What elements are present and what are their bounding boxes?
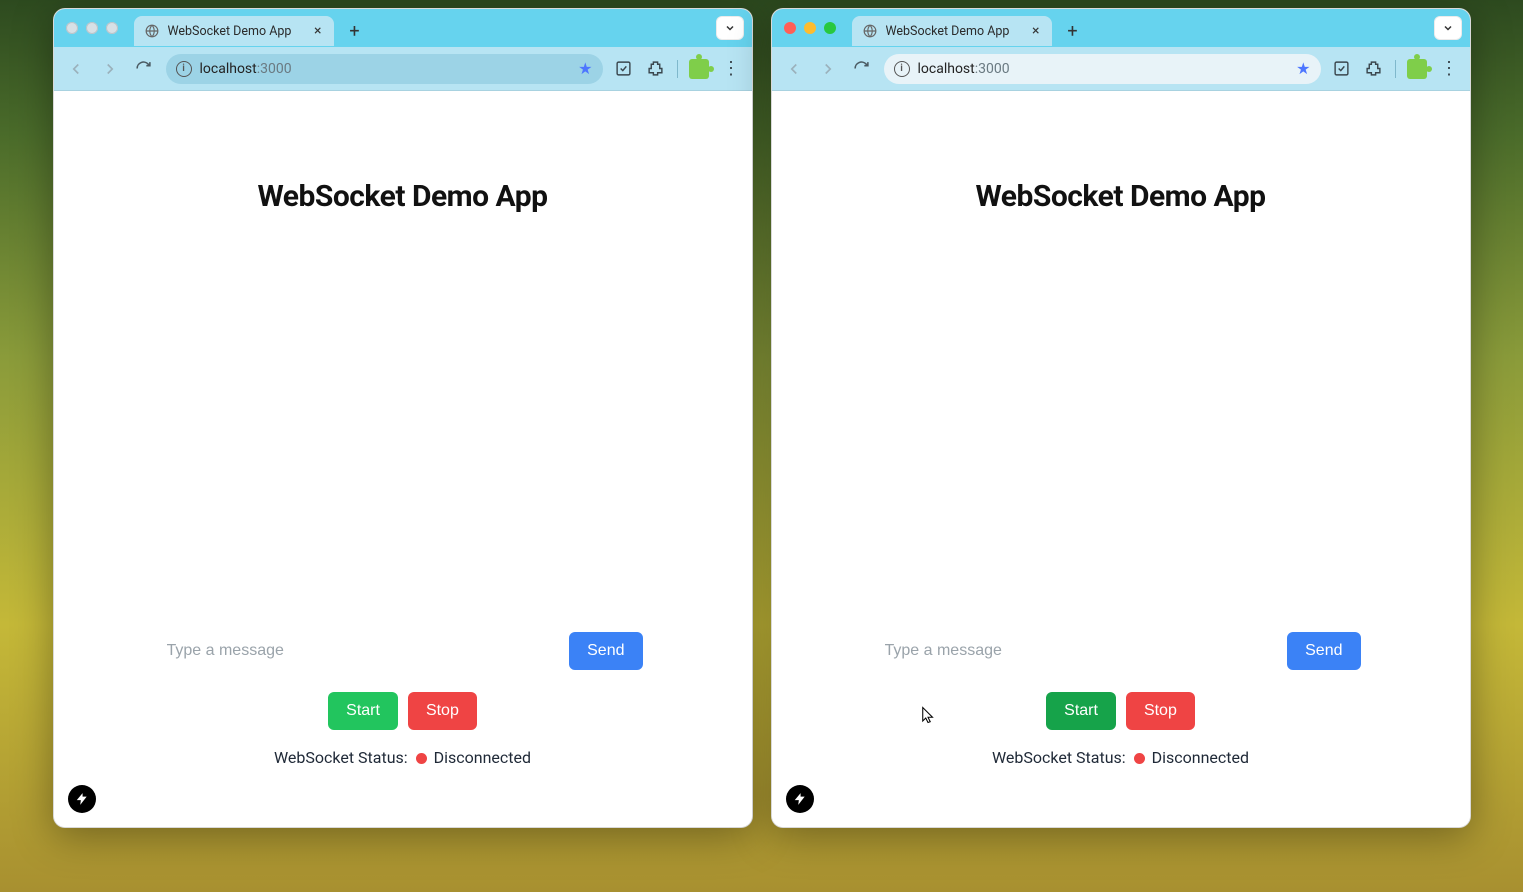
send-button[interactable]: Send bbox=[569, 632, 642, 670]
window-zoom-button[interactable] bbox=[106, 22, 118, 34]
new-tab-button[interactable]: + bbox=[1060, 18, 1086, 44]
start-button[interactable]: Start bbox=[328, 692, 398, 730]
bookmark-star-icon[interactable]: ★ bbox=[1296, 59, 1310, 78]
share-icon[interactable] bbox=[613, 58, 635, 80]
extension-puzzle-icon[interactable] bbox=[688, 58, 710, 80]
toolbar-separator bbox=[1395, 60, 1396, 78]
browser-toolbar: i localhost:3000 ★ ⋮ bbox=[54, 47, 752, 91]
browser-window-left: WebSocket Demo App × + i localhost: bbox=[53, 8, 753, 828]
message-area bbox=[881, 214, 1361, 632]
titlebar: WebSocket Demo App × + bbox=[772, 9, 1470, 47]
status-row: WebSocket Status: Disconnected bbox=[163, 748, 643, 767]
share-icon[interactable] bbox=[1331, 58, 1353, 80]
extensions-icon[interactable] bbox=[1363, 58, 1385, 80]
site-info-icon[interactable]: i bbox=[176, 61, 192, 77]
url-text: localhost:3000 bbox=[918, 61, 1289, 77]
devtools-bolt-icon[interactable] bbox=[786, 785, 814, 813]
window-close-button[interactable] bbox=[66, 22, 78, 34]
window-minimize-button[interactable] bbox=[86, 22, 98, 34]
reload-button[interactable] bbox=[132, 57, 156, 81]
extensions-icon[interactable] bbox=[645, 58, 667, 80]
message-input[interactable] bbox=[881, 632, 1280, 670]
stop-button[interactable]: Stop bbox=[1126, 692, 1195, 730]
back-button[interactable] bbox=[782, 57, 806, 81]
message-input[interactable] bbox=[163, 632, 562, 670]
reload-button[interactable] bbox=[850, 57, 874, 81]
kebab-menu-icon[interactable]: ⋮ bbox=[1438, 58, 1460, 80]
window-zoom-button[interactable] bbox=[824, 22, 836, 34]
status-row: WebSocket Status: Disconnected bbox=[881, 748, 1361, 767]
compose-row: Send bbox=[163, 632, 643, 670]
address-bar[interactable]: i localhost:3000 ★ bbox=[166, 54, 603, 84]
url-port: :3000 bbox=[975, 61, 1010, 77]
url-host: localhost bbox=[200, 61, 257, 77]
page-content: WebSocket Demo App Send Start Stop WebSo… bbox=[772, 91, 1470, 827]
browser-window-right: WebSocket Demo App × + i localhost: bbox=[771, 8, 1471, 828]
window-close-button[interactable] bbox=[784, 22, 796, 34]
kebab-menu-icon[interactable]: ⋮ bbox=[720, 58, 742, 80]
window-controls bbox=[784, 22, 836, 34]
compose-row: Send bbox=[881, 632, 1361, 670]
page-title: WebSocket Demo App bbox=[163, 179, 643, 214]
window-minimize-button[interactable] bbox=[804, 22, 816, 34]
bookmark-star-icon[interactable]: ★ bbox=[578, 59, 592, 78]
tab-close-button[interactable]: × bbox=[1030, 23, 1041, 39]
control-buttons: Start Stop bbox=[881, 692, 1361, 730]
titlebar: WebSocket Demo App × + bbox=[54, 9, 752, 47]
toolbar-separator bbox=[677, 60, 678, 78]
tab-close-button[interactable]: × bbox=[312, 23, 323, 39]
globe-icon bbox=[144, 23, 160, 39]
browser-tab[interactable]: WebSocket Demo App × bbox=[134, 16, 334, 46]
globe-icon bbox=[862, 23, 878, 39]
tab-title: WebSocket Demo App bbox=[886, 24, 1023, 39]
forward-button[interactable] bbox=[98, 57, 122, 81]
forward-button[interactable] bbox=[816, 57, 840, 81]
browser-toolbar: i localhost:3000 ★ ⋮ bbox=[772, 47, 1470, 91]
tab-overflow-button[interactable] bbox=[1434, 16, 1462, 40]
status-label: WebSocket Status: bbox=[274, 748, 408, 767]
site-info-icon[interactable]: i bbox=[894, 61, 910, 77]
new-tab-button[interactable]: + bbox=[342, 18, 368, 44]
desktop-background: WebSocket Demo App × + i localhost: bbox=[0, 0, 1523, 892]
status-value: Disconnected bbox=[1152, 748, 1249, 767]
url-host: localhost bbox=[918, 61, 975, 77]
message-area bbox=[163, 214, 643, 632]
url-port: :3000 bbox=[257, 61, 292, 77]
extension-puzzle-icon[interactable] bbox=[1406, 58, 1428, 80]
status-label: WebSocket Status: bbox=[992, 748, 1126, 767]
back-button[interactable] bbox=[64, 57, 88, 81]
send-button[interactable]: Send bbox=[1287, 632, 1360, 670]
tab-overflow-button[interactable] bbox=[716, 16, 744, 40]
page-title: WebSocket Demo App bbox=[881, 179, 1361, 214]
status-value: Disconnected bbox=[434, 748, 531, 767]
address-bar[interactable]: i localhost:3000 ★ bbox=[884, 54, 1321, 84]
control-buttons: Start Stop bbox=[163, 692, 643, 730]
page-content: WebSocket Demo App Send Start Stop WebSo… bbox=[54, 91, 752, 827]
stop-button[interactable]: Stop bbox=[408, 692, 477, 730]
browser-tab[interactable]: WebSocket Demo App × bbox=[852, 16, 1052, 46]
url-text: localhost:3000 bbox=[200, 61, 571, 77]
window-controls bbox=[66, 22, 118, 34]
status-indicator-icon bbox=[416, 753, 427, 764]
tab-title: WebSocket Demo App bbox=[168, 24, 305, 39]
mouse-cursor-icon bbox=[919, 706, 937, 724]
status-indicator-icon bbox=[1134, 753, 1145, 764]
devtools-bolt-icon[interactable] bbox=[68, 785, 96, 813]
start-button[interactable]: Start bbox=[1046, 692, 1116, 730]
